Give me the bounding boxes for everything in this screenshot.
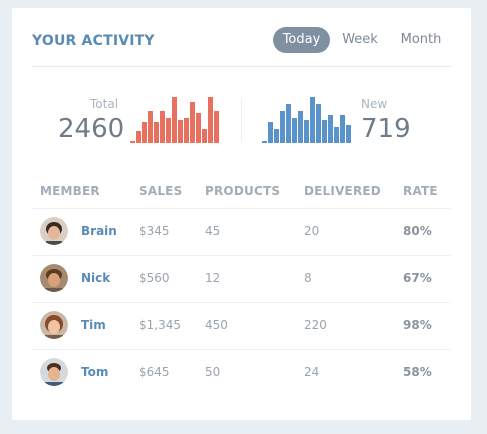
spark-bar [286, 104, 291, 143]
products-value: 50 [205, 365, 221, 379]
spark-bar [142, 122, 147, 143]
spark-bar [304, 120, 309, 143]
rate-value: 67% [403, 271, 432, 285]
spark-bar [310, 97, 315, 143]
column-sales[interactable]: SALES [139, 184, 182, 198]
total-value: 2460 [58, 114, 125, 144]
spark-bar [346, 125, 351, 143]
spark-bar [328, 115, 333, 143]
spark-bar [274, 129, 279, 143]
spark-bar [262, 141, 267, 143]
spark-bar [196, 113, 201, 143]
spark-bar [154, 122, 159, 143]
spark-bar [166, 118, 171, 143]
rate-value: 98% [403, 318, 432, 332]
sales-value: $645 [139, 365, 170, 379]
delivered-value: 20 [304, 224, 320, 238]
rate-value: 80% [403, 224, 432, 238]
table-row[interactable]: Tim $1,345 450 220 98% [32, 302, 451, 348]
header-divider [32, 66, 451, 67]
spark-bar [178, 120, 183, 143]
spark-bar [340, 115, 345, 143]
spark-bar [208, 97, 213, 143]
activity-card: YOUR ACTIVITY Today Week Month Total 246… [12, 8, 471, 420]
spark-bar [172, 97, 177, 143]
spark-bar [148, 111, 153, 143]
tab-week[interactable]: Week [337, 27, 383, 53]
member-name[interactable]: Tim [81, 318, 106, 332]
row-divider [32, 255, 451, 256]
spark-bar [130, 141, 135, 143]
total-label: Total [90, 97, 119, 111]
card-title: YOUR ACTIVITY [32, 33, 155, 49]
table-row[interactable]: Nick $560 12 8 67% [32, 255, 451, 301]
sales-value: $1,345 [139, 318, 181, 332]
spark-bar [322, 120, 327, 143]
products-value: 450 [205, 318, 228, 332]
spark-bar [298, 111, 303, 143]
column-member[interactable]: MEMBER [40, 184, 100, 198]
products-value: 12 [205, 271, 221, 285]
new-sparkline [262, 97, 351, 143]
delivered-value: 24 [304, 365, 320, 379]
total-sparkline [130, 97, 219, 143]
avatar-tom [40, 358, 68, 386]
row-divider [32, 208, 451, 209]
stats-divider [241, 98, 242, 142]
spark-bar [280, 111, 285, 143]
table-row[interactable]: Brain $345 45 20 80% [32, 208, 451, 254]
avatar-nick [40, 264, 68, 292]
spark-bar [268, 122, 273, 143]
member-name[interactable]: Nick [81, 271, 110, 285]
column-delivered[interactable]: DELIVERED [304, 184, 381, 198]
spark-bar [202, 129, 207, 143]
spark-bar [160, 111, 165, 143]
tab-month[interactable]: Month [395, 27, 447, 53]
column-products[interactable]: PRODUCTS [205, 184, 280, 198]
spark-bar [292, 118, 297, 143]
row-divider [32, 302, 451, 303]
spark-bar [184, 118, 189, 143]
delivered-value: 8 [304, 271, 312, 285]
avatar-brain [40, 217, 68, 245]
rate-value: 58% [403, 365, 432, 379]
table-row[interactable]: Tom $645 50 24 58% [32, 349, 451, 395]
spark-bar [214, 111, 219, 143]
column-rate[interactable]: RATE [403, 184, 438, 198]
new-label: New [361, 97, 388, 111]
delivered-value: 220 [304, 318, 327, 332]
row-divider [32, 349, 451, 350]
products-value: 45 [205, 224, 221, 238]
member-name[interactable]: Brain [81, 224, 117, 238]
new-value: 719 [361, 114, 411, 144]
sales-value: $560 [139, 271, 170, 285]
member-name[interactable]: Tom [81, 365, 108, 379]
spark-bar [334, 127, 339, 143]
tab-today[interactable]: Today [273, 27, 330, 53]
sales-value: $345 [139, 224, 170, 238]
spark-bar [190, 102, 195, 143]
spark-bar [316, 104, 321, 143]
spark-bar [136, 131, 141, 143]
avatar-tim [40, 311, 68, 339]
